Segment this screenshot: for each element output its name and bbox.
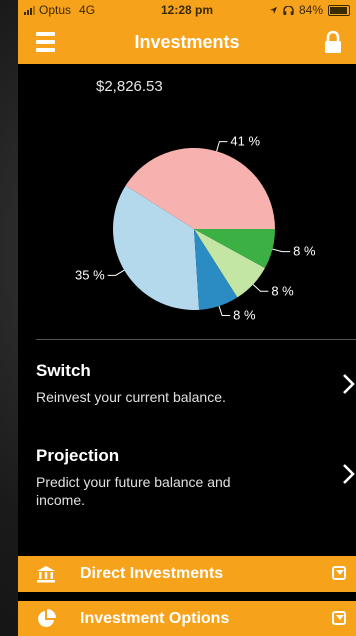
investment-options-label: Investment Options xyxy=(80,610,230,627)
switch-subtitle: Reinvest your current balance. xyxy=(36,389,226,405)
pie-slice-label: 35 % xyxy=(75,267,105,282)
direct-investments-label: Direct Investments xyxy=(80,565,224,582)
page-title: Investments xyxy=(134,32,240,52)
pie-leader-line xyxy=(252,284,269,292)
nav-bar: Investments xyxy=(18,20,356,64)
screen-background: Optus 4G 12:28 pm 84% Investments $2,826… xyxy=(0,0,356,636)
expand-icon xyxy=(332,566,346,580)
status-right: 84% xyxy=(269,3,350,17)
pie-svg: 41 % 35 % 8 % 8 % 8 % xyxy=(75,134,316,323)
divider xyxy=(36,339,356,340)
pie-leader-line xyxy=(216,141,228,152)
app-window: Optus 4G 12:28 pm 84% Investments $2,826… xyxy=(18,0,356,636)
headphones-icon xyxy=(283,5,294,15)
switch-title: Switch xyxy=(36,361,91,380)
status-bar: Optus 4G 12:28 pm 84% xyxy=(18,0,356,20)
direct-investments-bar[interactable]: Direct Investments xyxy=(18,556,356,592)
allocation-pie-chart: 41 % 35 % 8 % 8 % 8 % xyxy=(18,118,356,328)
projection-subtitle: Predict your future balance and income. xyxy=(36,474,231,508)
pie-leader-line xyxy=(218,305,231,317)
pie-slice-label: 8 % xyxy=(293,244,316,259)
projection-title: Projection xyxy=(36,446,120,465)
pie-leader-line xyxy=(272,248,291,253)
investment-options-bar[interactable]: Investment Options xyxy=(18,601,356,636)
battery-percent: 84% xyxy=(298,3,323,17)
projection-item[interactable]: Projection Predict your future balance a… xyxy=(18,446,356,508)
chevron-right-icon xyxy=(343,464,355,484)
pie-slice-label: 8 % xyxy=(233,308,256,323)
pie-chart-icon xyxy=(38,609,56,627)
lock-icon[interactable] xyxy=(322,30,344,54)
pie-leader-line xyxy=(107,269,125,276)
bank-icon xyxy=(37,566,55,583)
chevron-right-icon xyxy=(343,374,355,394)
pie-slice-label: 41 % xyxy=(230,134,260,149)
balance-amount: $2,826.53 xyxy=(96,78,163,95)
switch-item[interactable]: Switch Reinvest your current balance. xyxy=(18,361,356,411)
pie-slice-label: 8 % xyxy=(271,283,294,298)
battery-icon xyxy=(328,4,350,16)
location-icon xyxy=(269,6,278,14)
expand-icon xyxy=(332,611,346,625)
